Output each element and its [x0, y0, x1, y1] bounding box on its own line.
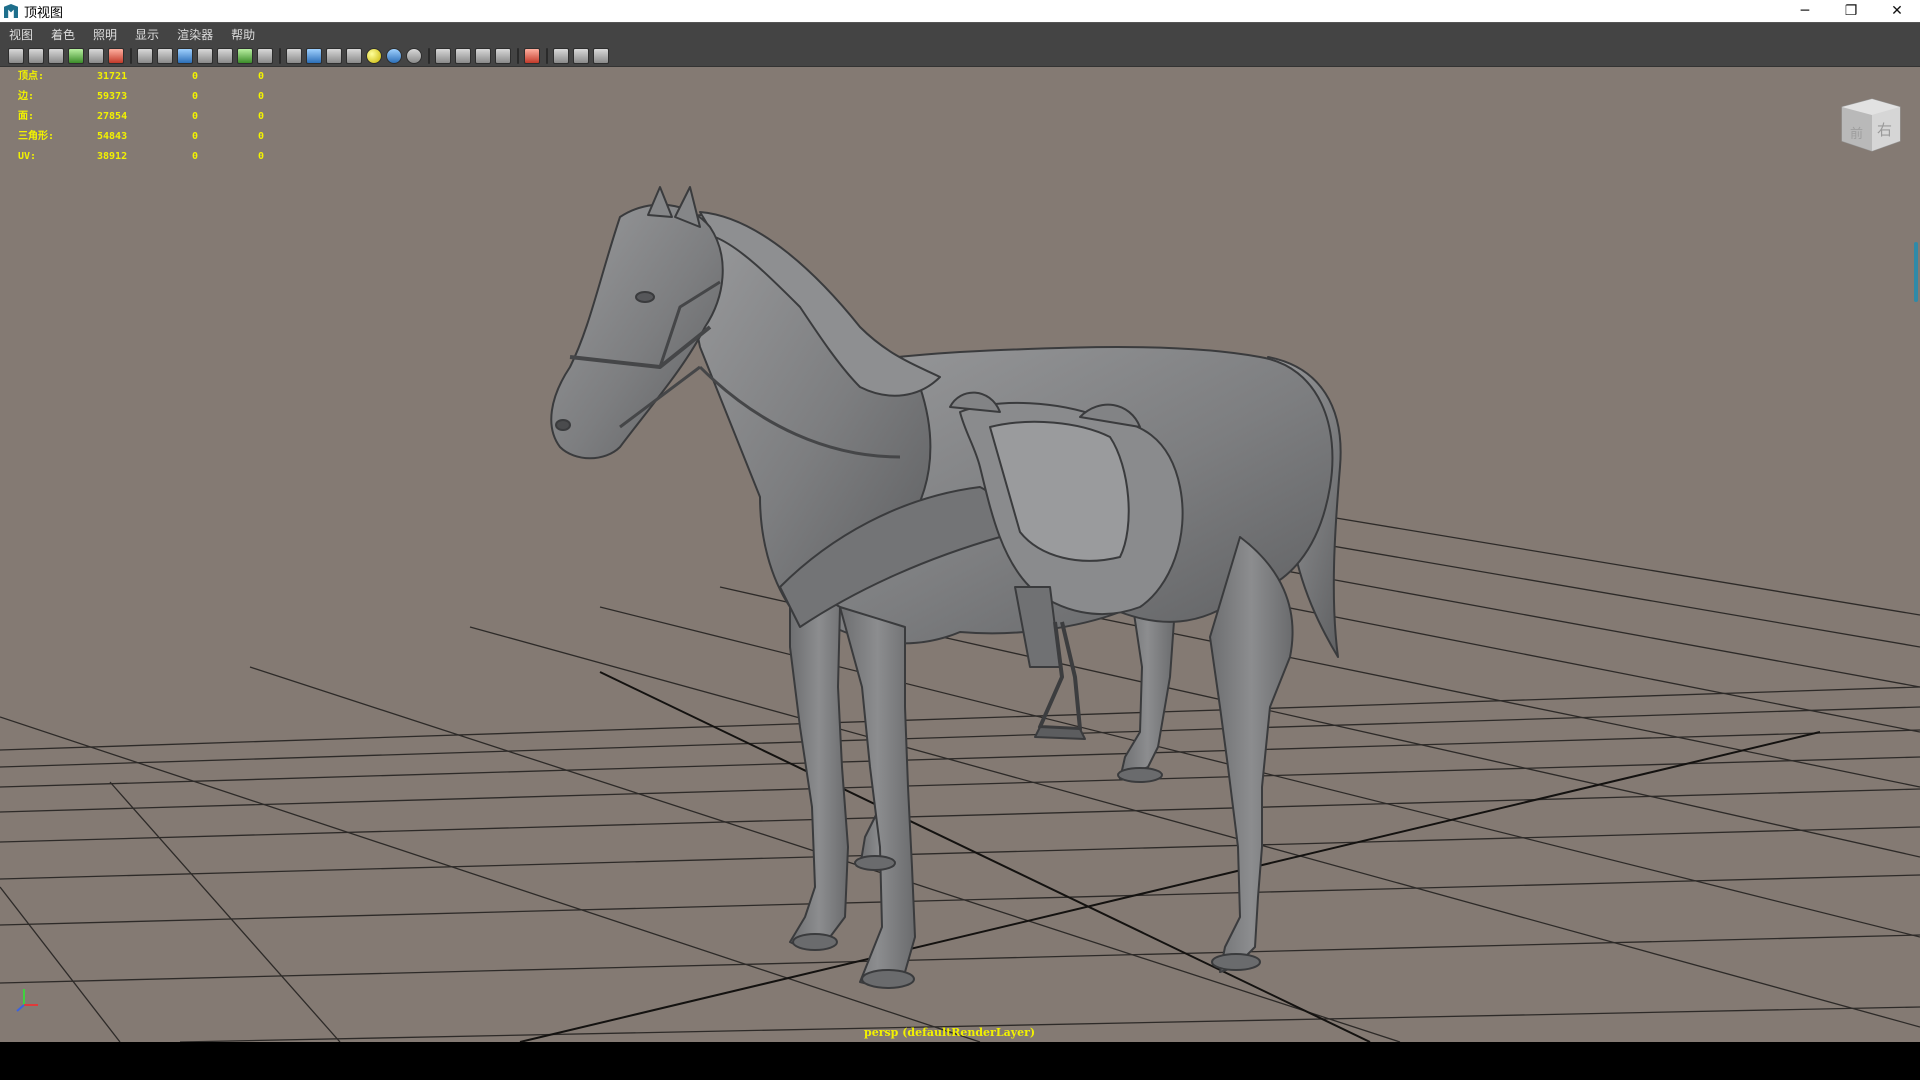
hud-row-faces: 面: 27854 0 0 [18, 107, 288, 127]
safe-action-icon[interactable] [157, 48, 173, 64]
title-bar: 顶视图 ─ ❐ ✕ [0, 0, 1920, 22]
toolbar-separator [130, 48, 132, 64]
hud-selected: 0 [192, 151, 199, 162]
hud-row-vertices: 顶点: 31721 0 0 [18, 67, 288, 87]
bottom-black-bar [0, 1042, 1920, 1080]
resolution-gate-icon[interactable] [137, 48, 153, 64]
hud-row-uvs: UV: 38912 0 0 [18, 147, 288, 167]
hud-label: UV: [18, 151, 37, 162]
toolbar-separator [517, 48, 519, 64]
menu-view[interactable]: 视图 [0, 23, 42, 47]
viewcube-front-label: 前 [1850, 126, 1863, 142]
toolbar-separator [546, 48, 548, 64]
smooth-shade-icon[interactable] [306, 48, 322, 64]
viewport-scroll-indicator[interactable] [1914, 242, 1918, 302]
camera-attr-icon[interactable] [28, 48, 44, 64]
panel-toolbar [0, 46, 1920, 67]
share-icon[interactable] [593, 48, 609, 64]
xray-icon[interactable] [455, 48, 471, 64]
safe-title-icon[interactable] [197, 48, 213, 64]
hud-row-edges: 边: 59373 0 0 [18, 87, 288, 107]
layout-icon[interactable] [573, 48, 589, 64]
hud-label: 面: [18, 111, 35, 122]
horse-model [550, 186, 1342, 989]
hud-value: 59373 [97, 91, 128, 102]
close-button[interactable]: ✕ [1874, 0, 1920, 22]
menu-renderer[interactable]: 渲染器 [168, 23, 222, 47]
field-chart-icon[interactable] [177, 48, 193, 64]
ambient-occlusion-icon[interactable] [406, 48, 422, 64]
hud-selected: 0 [192, 91, 199, 102]
menu-show[interactable]: 显示 [126, 23, 168, 47]
hud-value: 54843 [97, 131, 128, 142]
hud-selected-2: 0 [258, 151, 265, 162]
grid-icon[interactable] [88, 48, 104, 64]
hud-selected-2: 0 [258, 111, 265, 122]
view-cube[interactable]: 前 右 [1838, 93, 1904, 159]
texture-icon[interactable] [346, 48, 362, 64]
viewport-scene [0, 186, 1920, 1042]
hud-label: 边: [18, 91, 35, 102]
menu-help[interactable]: 帮助 [222, 23, 264, 47]
pan-zoom-icon[interactable] [237, 48, 253, 64]
hud-row-triangles: 三角形: 54843 0 0 [18, 127, 288, 147]
hud-selected: 0 [192, 111, 199, 122]
hud-selected-2: 0 [258, 71, 265, 82]
default-material-icon[interactable] [326, 48, 342, 64]
hud-selected-2: 0 [258, 91, 265, 102]
window-title: 顶视图 [24, 5, 64, 21]
single-view-icon[interactable] [553, 48, 569, 64]
hud-label: 顶点: [18, 71, 45, 82]
hud-label: 三角形: [18, 131, 55, 142]
gate-mask-icon[interactable] [217, 48, 233, 64]
wireframe-icon[interactable] [286, 48, 302, 64]
camera-name-label: persp (defaultRenderLayer) [864, 1026, 1036, 1039]
isolate-icon[interactable] [435, 48, 451, 64]
maya-app-icon [4, 4, 18, 18]
hud-value: 27854 [97, 111, 128, 122]
film-gate-icon[interactable] [108, 48, 124, 64]
world-axis-icon [16, 989, 38, 1012]
image-plane-icon[interactable] [68, 48, 84, 64]
toolbar-separator [428, 48, 430, 64]
hud-selected-2: 0 [258, 131, 265, 142]
hud-icon[interactable] [524, 48, 540, 64]
toolbar-separator [279, 48, 281, 64]
bookmark-icon[interactable] [48, 48, 64, 64]
hud-value: 31721 [97, 71, 128, 82]
ground-axis [519, 671, 1821, 1042]
xray-joints-icon[interactable] [475, 48, 491, 64]
camera-icon[interactable] [8, 48, 24, 64]
poly-count-hud: 顶点: 31721 0 0 边: 59373 0 0 面: 27854 0 0 … [18, 67, 288, 167]
hud-selected: 0 [192, 71, 199, 82]
viewcube-right-label: 右 [1877, 121, 1892, 139]
menu-shading[interactable]: 着色 [42, 23, 84, 47]
minimize-button[interactable]: ─ [1782, 0, 1828, 22]
hud-selected: 0 [192, 131, 199, 142]
grease-pencil-icon[interactable] [257, 48, 273, 64]
perspective-viewport[interactable]: 顶点: 31721 0 0 边: 59373 0 0 面: 27854 0 0 … [0, 67, 1920, 1042]
hud-value: 38912 [97, 151, 128, 162]
panel-menu-bar: 视图 着色 照明 显示 渲染器 帮助 [0, 22, 1920, 47]
use-all-lights-icon[interactable] [366, 48, 382, 64]
menu-lighting[interactable]: 照明 [84, 23, 126, 47]
backface-icon[interactable] [495, 48, 511, 64]
shadows-icon[interactable] [386, 48, 402, 64]
restore-button[interactable]: ❐ [1828, 0, 1874, 22]
